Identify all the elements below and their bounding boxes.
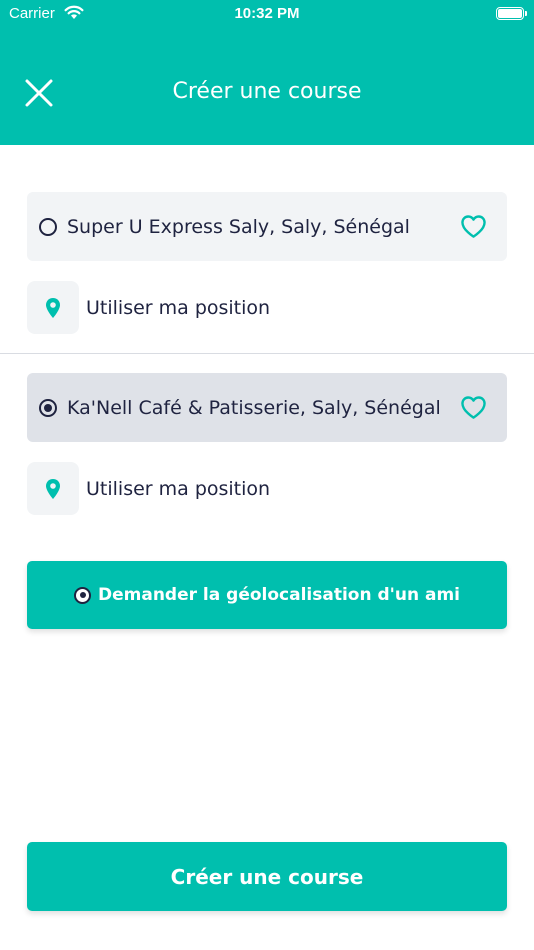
header-bar: Carrier 10:32 PM Créer une course [0,0,534,145]
origin-radio[interactable] [39,217,57,236]
use-my-position-destination[interactable]: Utiliser ma position [27,462,270,515]
status-bar: Carrier 10:32 PM [0,0,534,28]
location-pin-icon [46,478,60,499]
request-friend-location-label: Demander la géolocalisation d'un ami [98,585,460,605]
request-friend-location-button[interactable]: Demander la géolocalisation d'un ami [27,561,507,629]
destination-radio[interactable] [39,398,57,417]
create-ride-label: Créer une course [170,864,364,889]
use-position-label: Utiliser ma position [86,296,271,319]
origin-address-text: Super U Express Saly, Saly, Sénégal [67,215,410,238]
create-ride-button[interactable]: Créer une course [27,842,507,911]
heart-outline-icon[interactable] [460,395,487,420]
page-title: Créer une course [172,79,362,104]
battery-icon [496,7,527,20]
radio-dot-icon [74,586,91,604]
use-my-position-origin[interactable]: Utiliser ma position [27,281,270,334]
location-pin-icon [46,297,60,318]
destination-address-field[interactable]: Ka'Nell Café & Patisserie, Saly, Sénégal [27,373,507,442]
status-time: 10:32 PM [234,5,300,22]
divider [0,353,534,354]
destination-address-text: Ka'Nell Café & Patisserie, Saly, Sénégal [67,396,441,419]
pin-button[interactable] [27,281,79,334]
heart-outline-icon[interactable] [460,214,487,239]
use-position-label: Utiliser ma position [86,477,271,500]
origin-address-field[interactable]: Super U Express Saly, Saly, Sénégal [27,192,507,261]
pin-button[interactable] [27,462,79,515]
